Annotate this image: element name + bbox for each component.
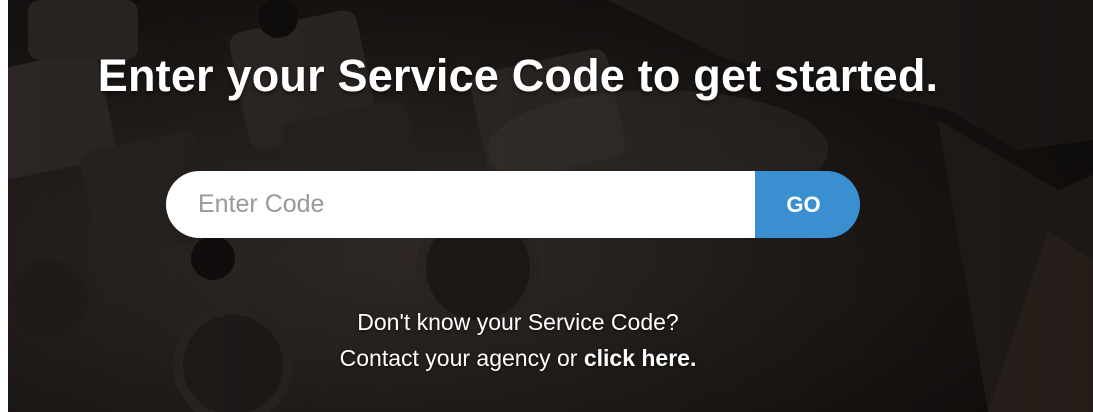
help-question: Don't know your Service Code? (357, 309, 679, 335)
service-code-input[interactable] (166, 171, 755, 238)
click-here-link[interactable]: click here. (584, 345, 697, 371)
service-code-form: GO (166, 171, 860, 238)
help-contact-prefix: Contact your agency or (339, 345, 584, 371)
help-text: Don't know your Service Code? Contact yo… (8, 304, 1028, 376)
go-button[interactable]: GO (755, 171, 860, 238)
help-contact-line: Contact your agency or click here. (8, 340, 1028, 376)
page-title: Enter your Service Code to get started. (97, 50, 939, 101)
hero-panel: Enter your Service Code to get started. … (8, 0, 1093, 412)
